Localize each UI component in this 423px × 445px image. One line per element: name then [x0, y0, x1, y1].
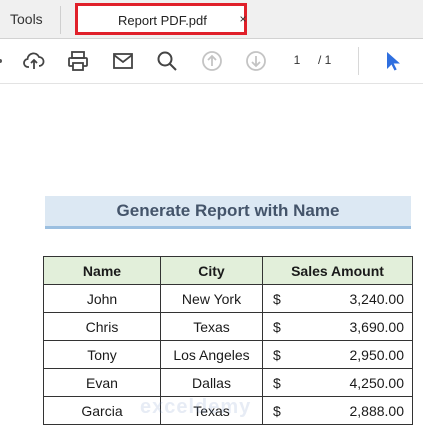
tools-tab[interactable]: Tools — [10, 11, 43, 27]
page-total: / 1 — [318, 53, 332, 67]
toolbar-divider — [358, 47, 359, 75]
amount-value: 2,950.00 — [349, 346, 405, 363]
document-tab-title: Report PDF.pdf — [118, 13, 207, 28]
tab-bar: Tools Report PDF.pdf × — [0, 0, 423, 39]
page-number-input[interactable]: 1 — [288, 53, 306, 69]
currency-symbol: $ — [273, 290, 281, 307]
table-row: Evan Dallas $4,250.00 — [43, 368, 413, 397]
cell-city: Dallas — [160, 368, 263, 397]
cell-name: John — [43, 284, 161, 313]
upload-cloud-icon[interactable] — [22, 49, 46, 73]
header-name: Name — [43, 256, 161, 285]
amount-value: 3,690.00 — [349, 318, 405, 335]
table-row: John New York $3,240.00 — [43, 284, 413, 313]
zoom-icon[interactable] — [155, 49, 179, 73]
table-row: Tony Los Angeles $2,950.00 — [43, 340, 413, 369]
amount-value: 3,240.00 — [349, 290, 405, 307]
print-icon[interactable] — [66, 49, 90, 73]
currency-symbol: $ — [273, 374, 281, 391]
document-tab[interactable]: Report PDF.pdf × — [75, 3, 247, 35]
cell-name: Evan — [43, 368, 161, 397]
cell-sales: $4,250.00 — [262, 368, 413, 397]
table-row: Chris Texas $3,690.00 — [43, 312, 413, 341]
cell-city: Texas — [160, 396, 263, 425]
header-city: City — [160, 256, 263, 285]
currency-symbol: $ — [273, 402, 281, 419]
table-row: Garcia Texas $2,888.00 — [43, 396, 413, 425]
amount-value: 4,250.00 — [349, 374, 405, 391]
table-header-row: Name City Sales Amount — [43, 256, 413, 285]
amount-value: 2,888.00 — [349, 402, 405, 419]
page-up-icon[interactable] — [200, 49, 224, 73]
cell-sales: $2,950.00 — [262, 340, 413, 369]
cell-sales: $3,240.00 — [262, 284, 413, 313]
mail-icon[interactable] — [111, 49, 135, 73]
cell-name: Tony — [43, 340, 161, 369]
cell-name: Chris — [43, 312, 161, 341]
cell-city: Los Angeles — [160, 340, 263, 369]
cell-city: Texas — [160, 312, 263, 341]
page-down-icon[interactable] — [244, 49, 268, 73]
select-cursor-icon[interactable] — [380, 49, 404, 73]
tab-divider — [60, 6, 61, 34]
cell-sales: $3,690.00 — [262, 312, 413, 341]
cell-sales: $2,888.00 — [262, 396, 413, 425]
toolbar: 1 / 1 — [0, 39, 423, 84]
sales-table: Name City Sales Amount John New York $3,… — [43, 256, 413, 425]
report-title: Generate Report with Name — [45, 196, 411, 229]
currency-symbol: $ — [273, 346, 281, 363]
truncated-icon — [0, 49, 20, 73]
cell-city: New York — [160, 284, 263, 313]
cell-name: Garcia — [43, 396, 161, 425]
close-icon[interactable]: × — [237, 12, 249, 26]
header-sales-amount: Sales Amount — [262, 256, 413, 285]
currency-symbol: $ — [273, 318, 281, 335]
